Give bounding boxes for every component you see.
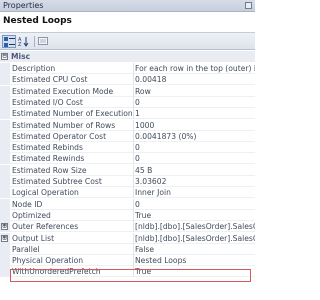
property-value[interactable]: [nldb].[dbo].[SalesOrder].SalesOrde <box>133 232 255 244</box>
selected-object-name: Nested Loops <box>3 16 72 26</box>
property-name: Estimated Number of Rows <box>12 120 116 130</box>
property-name: Physical Operation <box>12 256 84 266</box>
property-value[interactable]: 0 <box>133 198 255 210</box>
property-row[interactable]: Estimated I/O Cost 0 <box>0 96 255 108</box>
property-row[interactable]: Logical Operation Inner Join <box>0 187 255 199</box>
property-row[interactable]: ⊞ Outer References [nldb].[dbo].[SalesOrde… <box>0 221 255 233</box>
pin-icon[interactable] <box>245 2 252 9</box>
sort-az-icon: A Z <box>18 37 29 47</box>
property-value[interactable]: Inner Join <box>133 187 255 199</box>
row-gutter <box>0 255 10 267</box>
property-value[interactable]: 0.0041873 (0%) <box>133 130 255 142</box>
row-gutter <box>0 187 10 199</box>
property-row[interactable]: Estimated Execution Mode Row <box>0 85 255 97</box>
property-value[interactable]: 1 <box>133 108 255 120</box>
categorized-icon <box>4 37 15 47</box>
property-name: Optimized <box>12 210 51 220</box>
property-value[interactable]: True <box>133 209 255 221</box>
property-value[interactable]: False <box>133 243 255 255</box>
property-row[interactable]: Estimated Row Size 45 B <box>0 164 255 176</box>
properties-toolbar: A Z <box>0 32 255 50</box>
property-row[interactable]: Parallel False <box>0 243 255 255</box>
property-name: Estimated Operator Cost <box>12 131 107 141</box>
row-gutter <box>0 164 10 176</box>
property-row[interactable]: ⊞ Output List [nldb].[dbo].[SalesOrder].Sa… <box>0 232 255 244</box>
property-name: Estimated Number of Executions <box>12 109 132 119</box>
row-gutter <box>0 243 10 255</box>
property-name: Estimated Subtree Cost <box>12 177 102 186</box>
property-row[interactable]: Estimated Rewinds 0 <box>0 153 255 165</box>
row-gutter <box>0 176 10 187</box>
property-name: Estimated CPU Cost <box>12 75 88 85</box>
property-grid: ⊟ Misc Description For each row in the to… <box>0 51 255 300</box>
property-value[interactable]: Nested Loops <box>133 255 255 267</box>
property-name: Estimated I/O Cost <box>12 97 83 107</box>
property-value[interactable]: For each row in the top (outer) inpu <box>133 63 255 74</box>
property-row[interactable]: Physical Operation Nested Loops <box>0 255 255 267</box>
row-gutter <box>0 96 10 108</box>
property-value[interactable]: Row <box>133 85 255 97</box>
object-selector[interactable]: Nested Loops <box>0 14 255 31</box>
property-row[interactable]: Estimated CPU Cost 0.00418 <box>0 74 255 86</box>
property-name: Node ID <box>12 199 43 209</box>
properties-title-bar: Properties <box>0 0 255 12</box>
categorized-button[interactable] <box>2 35 16 48</box>
category-misc[interactable]: ⊟ Misc <box>0 51 255 62</box>
property-value[interactable]: 1000 <box>133 119 255 131</box>
property-value[interactable]: [nldb].[dbo].[SalesOrder].SalesOrde <box>133 221 255 233</box>
svg-text:Z: Z <box>18 42 22 47</box>
collapse-icon[interactable]: ⊟ <box>1 53 8 60</box>
property-value[interactable]: 0 <box>133 96 255 108</box>
property-name: Parallel <box>12 244 40 254</box>
property-row[interactable]: Estimated Subtree Cost 3.03602 <box>0 176 255 187</box>
property-name: Description <box>12 64 56 73</box>
row-gutter <box>0 63 10 74</box>
property-pages-icon <box>38 37 48 45</box>
row-gutter <box>0 74 10 86</box>
expand-icon[interactable]: ⊞ <box>1 234 8 242</box>
category-label: Misc <box>11 52 31 61</box>
property-name: Output List <box>12 233 55 243</box>
property-name: Estimated Rewinds <box>12 154 85 164</box>
row-gutter <box>0 119 10 131</box>
property-row[interactable]: WithUnorderedPrefetch True <box>0 266 255 278</box>
row-gutter <box>0 142 10 154</box>
row-gutter <box>0 108 10 120</box>
property-name: WithUnorderedPrefetch <box>12 267 101 277</box>
property-name: Outer References <box>12 222 79 232</box>
expand-icon[interactable]: ⊞ <box>1 223 8 231</box>
property-row[interactable]: Estimated Operator Cost 0.0041873 (0%) <box>0 130 255 142</box>
toolbar-separator <box>34 36 35 47</box>
row-gutter <box>0 198 10 210</box>
property-value[interactable]: True <box>133 266 255 278</box>
property-row[interactable]: Optimized True <box>0 209 255 221</box>
alphabetical-button[interactable]: A Z <box>17 35 31 48</box>
row-gutter <box>0 266 10 278</box>
property-pages-button[interactable] <box>37 35 51 48</box>
property-row[interactable]: Estimated Number of Executions 1 <box>0 108 255 120</box>
property-value[interactable]: 0.00418 <box>133 74 255 86</box>
property-name: Estimated Execution Mode <box>12 86 114 96</box>
row-gutter <box>0 209 10 221</box>
property-value[interactable]: 0 <box>133 153 255 165</box>
window-title: Properties <box>3 1 44 10</box>
property-row[interactable]: Estimated Rebinds 0 <box>0 142 255 154</box>
property-name: Logical Operation <box>12 188 79 198</box>
property-row[interactable]: Estimated Number of Rows 1000 <box>0 119 255 131</box>
property-value[interactable]: 3.03602 <box>133 176 255 187</box>
row-gutter <box>0 130 10 142</box>
property-value[interactable]: 45 B <box>133 164 255 176</box>
property-name: Estimated Row Size <box>12 165 87 175</box>
property-value[interactable]: 0 <box>133 142 255 154</box>
property-name: Estimated Rebinds <box>12 143 83 153</box>
property-row[interactable]: Description For each row in the top (oute… <box>0 63 255 74</box>
row-gutter <box>0 85 10 97</box>
property-row[interactable]: Node ID 0 <box>0 198 255 210</box>
row-gutter <box>0 153 10 165</box>
